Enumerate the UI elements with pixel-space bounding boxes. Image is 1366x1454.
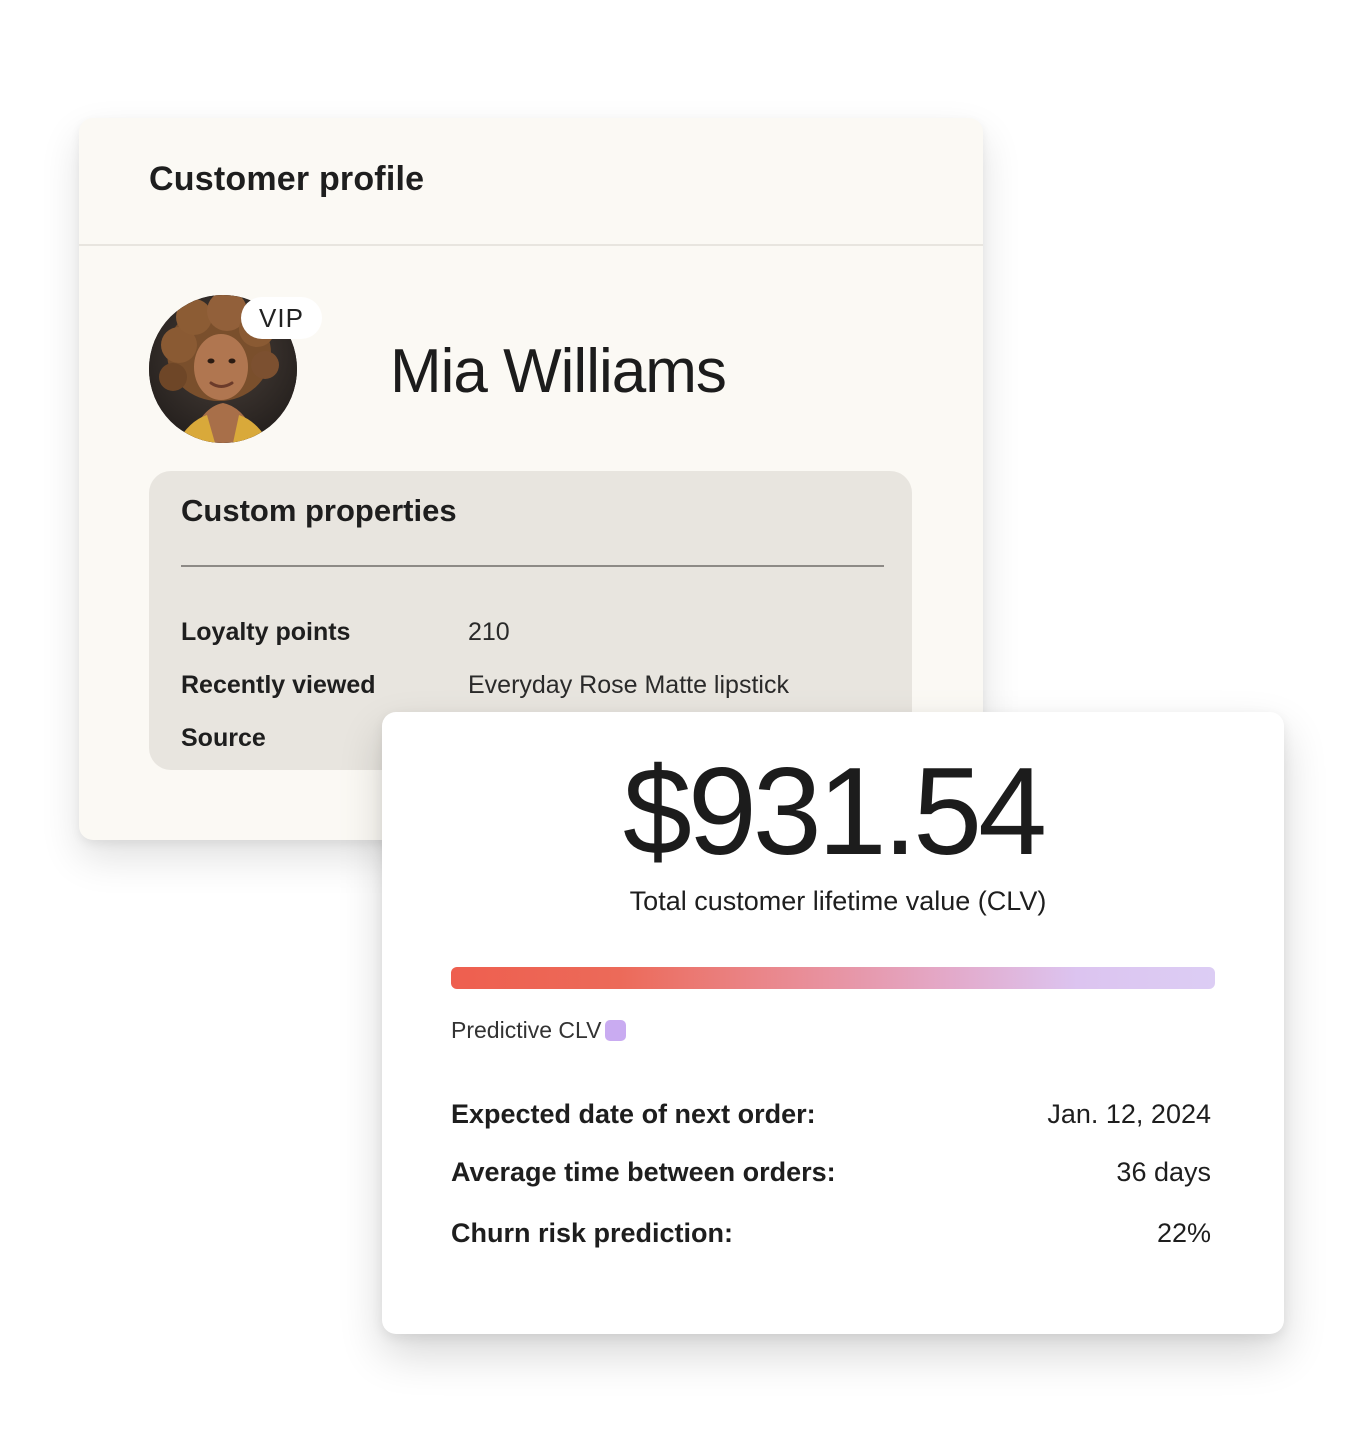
custom-properties-title: Custom properties: [181, 493, 457, 528]
clv-amount: $931.54: [622, 743, 1047, 881]
property-value: Everyday Rose Matte lipstick: [468, 671, 789, 699]
predictive-clv-legend: Predictive CLV: [451, 1017, 627, 1044]
property-label: Recently viewed: [181, 671, 376, 699]
clv-gradient-bar: [451, 967, 1215, 989]
avatar-container: VIP: [149, 295, 322, 443]
clv-card: $931.54 Total customer lifetime value (C…: [382, 712, 1284, 1334]
clv-caption: Total customer lifetime value (CLV): [629, 886, 1047, 916]
vip-badge: VIP: [241, 297, 322, 339]
property-row-loyalty-points: Loyalty points 210: [181, 618, 881, 654]
stat-row-average-time: Average time between orders: 36 days: [451, 1157, 1211, 1193]
property-label: Loyalty points: [181, 618, 351, 646]
stat-row-next-order: Expected date of next order: Jan. 12, 20…: [451, 1099, 1211, 1135]
profile-header: Customer profile: [79, 118, 983, 246]
property-value: 210: [468, 618, 510, 646]
profile-title: Customer profile: [149, 160, 425, 198]
stat-label: Churn risk prediction:: [451, 1218, 734, 1248]
stat-row-churn-risk: Churn risk prediction: 22%: [451, 1218, 1211, 1254]
legend-label: Predictive CLV: [451, 1017, 602, 1043]
stat-value: 22%: [1156, 1218, 1211, 1248]
stat-value: Jan. 12, 2024: [1047, 1099, 1211, 1129]
divider: [181, 565, 884, 567]
property-label: Source: [181, 724, 266, 752]
customer-name: Mia Williams: [390, 337, 727, 406]
stat-label: Average time between orders:: [451, 1157, 836, 1187]
stat-label: Expected date of next order:: [451, 1099, 816, 1129]
property-row-recently-viewed: Recently viewed Everyday Rose Matte lips…: [181, 671, 881, 707]
predictive-clv-swatch-icon: [605, 1020, 627, 1041]
stat-value: 36 days: [1116, 1157, 1211, 1187]
